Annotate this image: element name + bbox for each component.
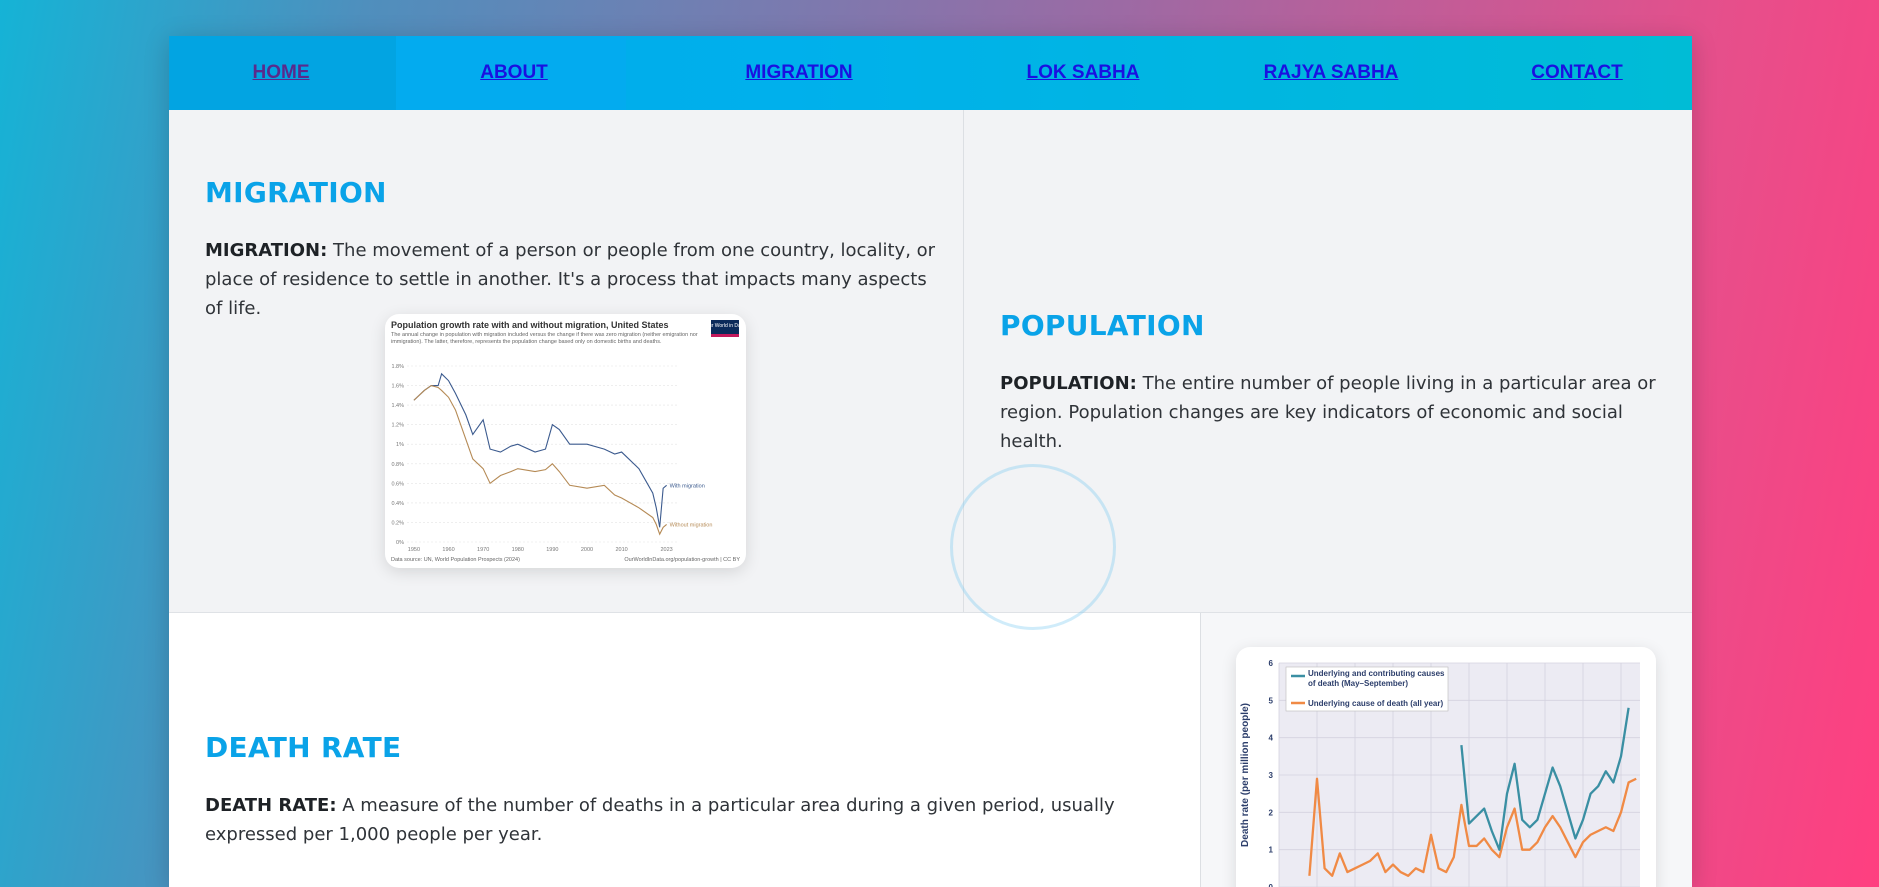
chart1-source: Data source: UN, World Population Prospe… <box>391 557 520 563</box>
page: HOME ABOUT MIGRATION LOK SABHA RAJYA SAB… <box>169 36 1692 887</box>
population-term: POPULATION: <box>1000 373 1137 394</box>
migration-chart-card: Population growth rate with and without … <box>385 314 746 568</box>
migration-heading: MIGRATION <box>205 176 387 209</box>
chart2-legend-label-1: Underlying and contributing causes of de… <box>1308 669 1445 688</box>
chart2-ytick: 0 <box>1269 883 1274 887</box>
chart1-series-label: With migration <box>670 483 705 489</box>
death-rate-heading: DEATH RATE <box>205 731 402 764</box>
population-description: POPULATION: The entire number of people … <box>1000 369 1660 456</box>
death-rate-term: DEATH RATE: <box>205 795 337 816</box>
section-divider-2 <box>1200 613 1201 887</box>
migration-term: MIGRATION: <box>205 240 328 261</box>
chart1-grid: 0% 0.2% 0.4% 0.6% 0.8% 1% 1.2% 1.4% 1.6% 1.8% 1950… <box>391 364 677 553</box>
chart2-legend-label-1-wrap: Underlying and contributing causes of de… <box>1308 669 1445 688</box>
chart1-footer: OurWorldInData.org/population-growth | C… <box>624 557 740 563</box>
chart1-title: Population growth rate with and without … <box>391 320 669 330</box>
chart1-xtick: 1960 <box>442 547 454 553</box>
nav-migration-link[interactable]: MIGRATION <box>745 36 852 110</box>
owid-logo-accent <box>711 334 739 337</box>
chart1-ytick: 0.6% <box>391 481 404 487</box>
chart1-xtick: 1970 <box>477 547 489 553</box>
nav-contact-link[interactable]: CONTACT <box>1531 36 1622 110</box>
chart1-ytick: 1.6% <box>391 384 404 390</box>
chart1-ytick: 1.8% <box>391 364 404 370</box>
chart2-ytick: 4 <box>1269 734 1274 743</box>
chart1-ytick: 0.8% <box>391 462 404 468</box>
chart1-xtick: 2023 <box>660 547 672 553</box>
chart1-subtitle: The annual change in population with mig… <box>391 332 698 345</box>
population-heading: POPULATION <box>1000 309 1205 342</box>
death-rate-chart: 0123456197519801985199019952000200520102… <box>1240 659 1640 887</box>
death-rate-text: A measure of the number of deaths in a p… <box>205 795 1115 845</box>
chart1-ytick: 1.4% <box>391 403 404 409</box>
migration-growth-chart: Population growth rate with and without … <box>391 320 745 563</box>
chart1-ytick: 1.2% <box>391 423 404 429</box>
chart1-series-line <box>413 384 667 536</box>
chart1-xtick: 2010 <box>615 547 627 553</box>
nav-lok-sabha-link[interactable]: LOK SABHA <box>1027 36 1140 110</box>
chart2-ytick: 5 <box>1269 696 1274 705</box>
chart1-series-label: Without migration <box>670 522 713 528</box>
owid-logo-text: Our World in Data <box>705 323 745 329</box>
chart1-subtitle-wrap: The annual change in population with mig… <box>391 332 698 345</box>
nav-home-link[interactable]: HOME <box>253 36 310 110</box>
death-rate-chart-card: 0123456197519801985199019952000200520102… <box>1236 647 1656 887</box>
chart1-ytick: 0.2% <box>391 520 404 526</box>
chart1-xtick: 1950 <box>408 547 420 553</box>
chart2-legend-label-2: Underlying cause of death (all year) <box>1308 699 1443 708</box>
chart1-lines: With migration Without migration <box>413 372 713 536</box>
migration-description: MIGRATION: The movement of a person or p… <box>205 236 945 323</box>
chart1-ytick: 0.4% <box>391 501 404 507</box>
chart2-ytick: 1 <box>1269 846 1274 855</box>
chart1-series-line <box>413 372 667 528</box>
chart1-xtick: 1980 <box>512 547 524 553</box>
chart2-ytick: 2 <box>1269 808 1274 817</box>
decorative-circle <box>950 464 1116 630</box>
chart1-ytick: 1% <box>396 442 404 448</box>
chart2-ylabel: Death rate (per million people) <box>1240 703 1251 847</box>
chart2-ytick: 6 <box>1269 659 1274 668</box>
nav-rajya-sabha-link[interactable]: RAJYA SABHA <box>1264 36 1399 110</box>
chart1-ytick: 0% <box>396 540 404 546</box>
main-nav: HOME ABOUT MIGRATION LOK SABHA RAJYA SAB… <box>169 36 1692 110</box>
nav-about-link[interactable]: ABOUT <box>480 36 548 110</box>
chart2-ytick: 3 <box>1269 771 1274 780</box>
chart1-xtick: 1990 <box>546 547 558 553</box>
death-rate-description: DEATH RATE: A measure of the number of d… <box>205 791 1165 849</box>
chart1-xtick: 2000 <box>581 547 593 553</box>
